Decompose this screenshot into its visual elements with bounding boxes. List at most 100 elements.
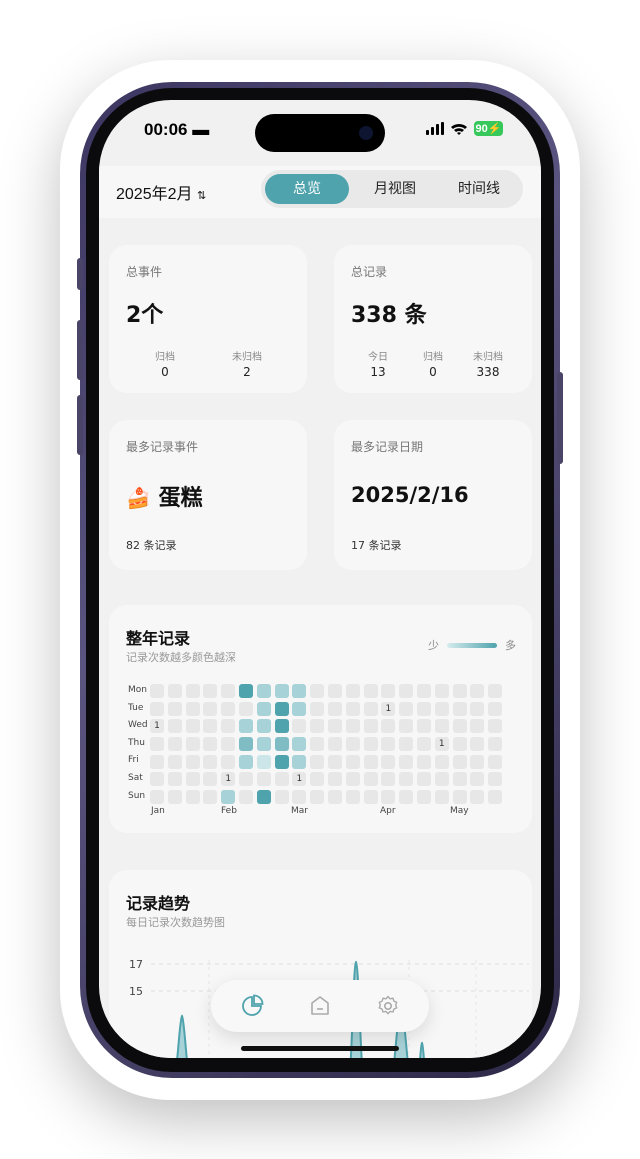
heatmap-cell[interactable] (399, 701, 414, 716)
heatmap-cell[interactable] (345, 737, 360, 752)
heatmap-cell[interactable]: 1 (381, 701, 396, 716)
heatmap-cell[interactable] (416, 701, 431, 716)
heatmap-cell[interactable] (185, 790, 200, 805)
heatmap-cell[interactable] (310, 790, 325, 805)
heatmap-cell[interactable]: 1 (221, 772, 236, 787)
top-event-card[interactable]: 最多记录事件 🍰 蛋糕 82 条记录 (109, 420, 307, 570)
heatmap-cell[interactable] (434, 719, 449, 734)
heatmap-cell[interactable] (167, 719, 182, 734)
heatmap-cell[interactable] (150, 790, 164, 805)
heatmap-cell[interactable] (238, 684, 253, 698)
heatmap-cell[interactable] (150, 701, 164, 716)
heatmap-cell[interactable] (310, 754, 325, 769)
heatmap-cell[interactable] (470, 701, 485, 716)
heatmap-cell[interactable] (274, 701, 289, 716)
heatmap-cell[interactable] (381, 737, 396, 752)
heatmap-cell[interactable] (310, 684, 325, 698)
heatmap-cell[interactable] (274, 684, 289, 698)
tab-overview[interactable]: 总览 (265, 174, 349, 204)
heatmap-cell[interactable] (256, 790, 271, 805)
heatmap-cell[interactable] (434, 701, 449, 716)
heatmap-cell[interactable] (345, 772, 360, 787)
heatmap-cell[interactable] (327, 754, 342, 769)
heatmap-cell[interactable] (221, 790, 236, 805)
heatmap-cell[interactable] (238, 790, 253, 805)
heatmap-cell[interactable] (256, 754, 271, 769)
heatmap-cell[interactable] (327, 772, 342, 787)
heatmap-cell[interactable] (416, 737, 431, 752)
heatmap-cell[interactable] (203, 772, 218, 787)
heatmap-cell[interactable] (416, 790, 431, 805)
heatmap-cell[interactable] (310, 701, 325, 716)
heatmap-cell[interactable] (363, 772, 378, 787)
heatmap-cell[interactable] (203, 701, 218, 716)
heatmap-cell[interactable] (452, 719, 467, 734)
heatmap-cell[interactable] (292, 737, 307, 752)
heatmap-cell[interactable] (345, 719, 360, 734)
heatmap-cell[interactable] (203, 790, 218, 805)
heatmap-cell[interactable] (221, 737, 236, 752)
heatmap-cell[interactable] (452, 701, 467, 716)
heatmap-cell[interactable]: 1 (434, 737, 449, 752)
heatmap-cell[interactable] (238, 754, 253, 769)
heatmap-cell[interactable] (416, 772, 431, 787)
heatmap-cell[interactable] (167, 772, 182, 787)
heatmap-cell[interactable] (310, 737, 325, 752)
heatmap-cell[interactable]: 1 (150, 719, 164, 734)
pie-chart-icon[interactable] (240, 994, 264, 1018)
heatmap-cell[interactable] (488, 719, 503, 734)
heatmap-cell[interactable] (345, 790, 360, 805)
heatmap-cell[interactable] (363, 684, 378, 698)
heatmap-cell[interactable] (256, 772, 271, 787)
tab-month-view[interactable]: 月视图 (353, 174, 437, 204)
heatmap-cell[interactable] (381, 719, 396, 734)
heatmap-cell[interactable] (221, 719, 236, 734)
heatmap-cell[interactable] (310, 772, 325, 787)
heatmap-cell[interactable] (185, 737, 200, 752)
total-events-card[interactable]: 总事件 2个 归档 0 未归档 2 (109, 245, 307, 393)
heatmap-cell[interactable] (363, 790, 378, 805)
heatmap-cell[interactable] (363, 701, 378, 716)
heatmap-cell[interactable] (399, 719, 414, 734)
heatmap-cell[interactable] (238, 772, 253, 787)
settings-icon[interactable] (376, 994, 400, 1018)
heatmap-cell[interactable] (203, 684, 218, 698)
heatmap-cell[interactable] (452, 737, 467, 752)
heatmap-cell[interactable] (274, 719, 289, 734)
heatmap-cell[interactable] (310, 719, 325, 734)
heatmap-cell[interactable] (416, 684, 431, 698)
heatmap-cell[interactable] (150, 737, 164, 752)
heatmap-cell[interactable] (488, 772, 503, 787)
heatmap-cell[interactable] (292, 754, 307, 769)
heatmap-cell[interactable] (327, 684, 342, 698)
heatmap-cell[interactable] (488, 737, 503, 752)
heatmap-cell[interactable] (488, 684, 503, 698)
heatmap-cell[interactable] (345, 754, 360, 769)
heatmap-cell[interactable] (381, 790, 396, 805)
heatmap-cell[interactable] (470, 754, 485, 769)
heatmap-cell[interactable] (203, 719, 218, 734)
heatmap-cell[interactable] (327, 737, 342, 752)
heatmap-cell[interactable] (167, 701, 182, 716)
heatmap-cell[interactable] (167, 684, 182, 698)
heatmap-cell[interactable] (363, 754, 378, 769)
heatmap-cell[interactable] (292, 701, 307, 716)
heatmap-cell[interactable] (399, 684, 414, 698)
heatmap-cell[interactable] (221, 701, 236, 716)
heatmap-cell[interactable] (363, 719, 378, 734)
heatmap-cell[interactable] (150, 754, 164, 769)
heatmap-cell[interactable] (345, 684, 360, 698)
heatmap-cell[interactable] (221, 684, 236, 698)
heatmap-cell[interactable] (488, 701, 503, 716)
heatmap-cell[interactable] (203, 737, 218, 752)
heatmap-cell[interactable] (434, 772, 449, 787)
heatmap-cell[interactable] (327, 701, 342, 716)
tab-timeline[interactable]: 时间线 (437, 174, 521, 204)
heatmap-cell[interactable] (238, 737, 253, 752)
heatmap-cell[interactable] (416, 754, 431, 769)
heatmap-cell[interactable] (488, 790, 503, 805)
heatmap-cell[interactable] (381, 754, 396, 769)
heatmap-cell[interactable] (327, 790, 342, 805)
top-date-card[interactable]: 最多记录日期 2025/2/16 17 条记录 (334, 420, 532, 570)
heatmap-cell[interactable] (150, 772, 164, 787)
